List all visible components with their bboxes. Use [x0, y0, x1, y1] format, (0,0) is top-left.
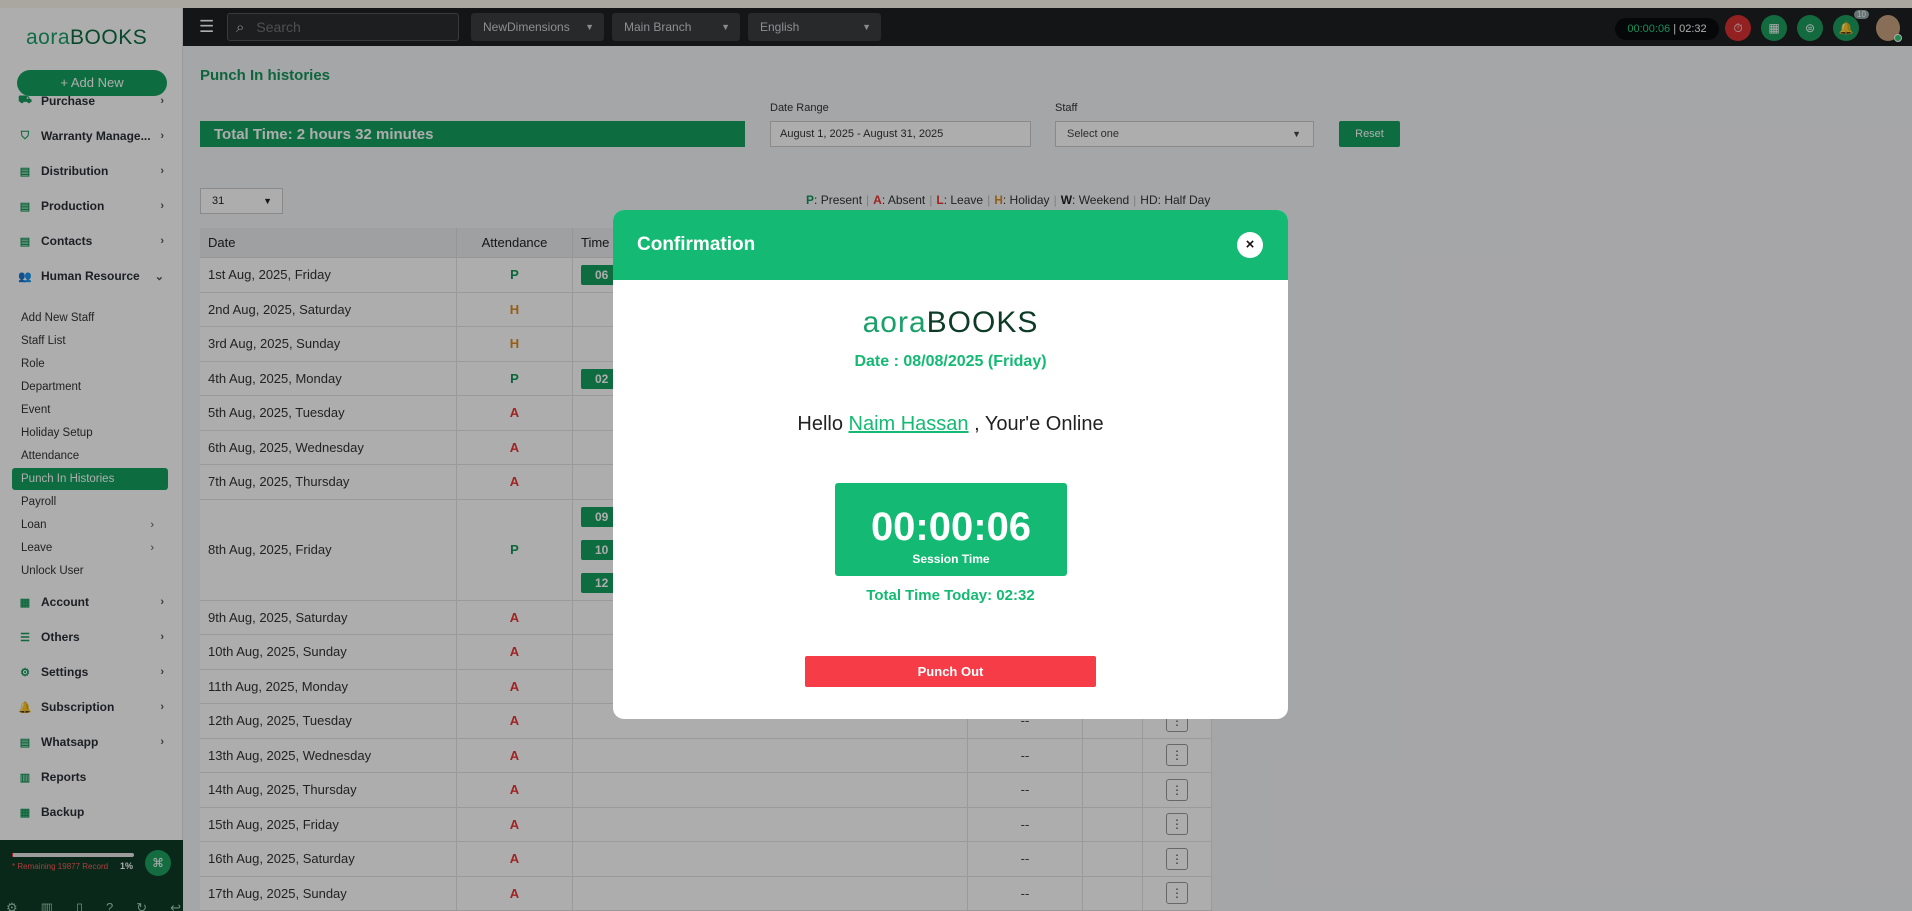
modal-title: Confirmation	[637, 234, 756, 255]
session-time-label: Session Time	[912, 552, 990, 566]
user-name-link[interactable]: Naim Hassan	[849, 413, 969, 435]
session-time-box: 00:00:06 Session Time	[835, 483, 1067, 576]
modal-logo: aoraBOOKS	[862, 306, 1039, 339]
greeting-suffix: , Your'e Online	[974, 413, 1104, 435]
confirmation-modal: Confirmation × aoraBOOKS Date : 08/08/20…	[613, 210, 1288, 719]
modal-header: Confirmation ×	[613, 210, 1288, 280]
total-time-today: Total Time Today: 02:32	[866, 587, 1035, 604]
close-icon[interactable]: ×	[1237, 232, 1263, 258]
modal-date: Date : 08/08/2025 (Friday)	[854, 353, 1047, 370]
modal-overlay[interactable]: Confirmation × aoraBOOKS Date : 08/08/20…	[0, 0, 1912, 911]
session-time-value: 00:00:06	[870, 505, 1032, 549]
greeting-prefix: Hello	[797, 413, 843, 435]
punch-out-button[interactable]: Punch Out	[805, 656, 1096, 687]
greeting-text: Hello Naim Hassan , Your'e Online	[613, 413, 1288, 436]
